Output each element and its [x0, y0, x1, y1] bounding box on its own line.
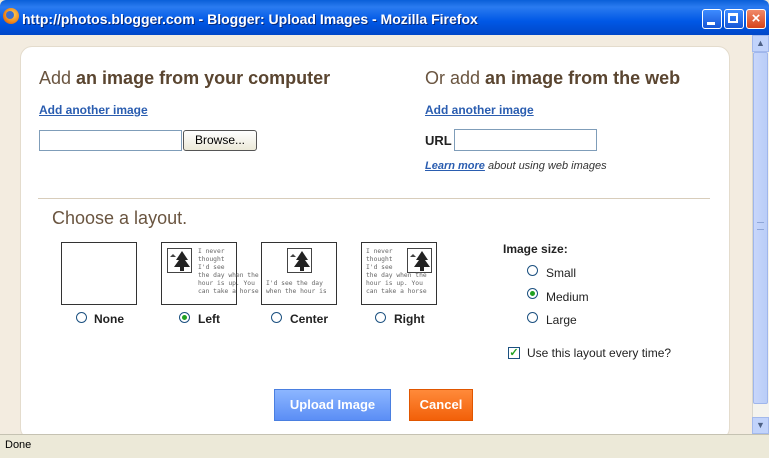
size-radio-medium[interactable] — [527, 288, 538, 299]
layout-thumb-right[interactable]: I never thought I'd see the day when the… — [361, 242, 437, 305]
section-divider — [38, 198, 710, 199]
learn-more-row: Learn more about using web images — [425, 160, 607, 172]
learn-more-suffix: about using web images — [487, 160, 607, 172]
remember-layout-label: Use this layout every time? — [527, 346, 672, 360]
browse-button[interactable]: Browse... — [183, 130, 257, 151]
layout-label-none: None — [94, 312, 124, 326]
scrollbar-grip-icon — [757, 222, 764, 230]
window-title: http://photos.blogger.com - Blogger: Upl… — [22, 11, 478, 27]
layout-radio-center[interactable] — [271, 312, 282, 323]
upload-image-button[interactable]: Upload Image — [274, 389, 391, 421]
status-bar — [0, 434, 769, 458]
right-sample-text: I never thought I'd see the day when the… — [366, 248, 427, 295]
size-radio-small[interactable] — [527, 265, 538, 276]
url-input[interactable] — [454, 129, 597, 151]
layout-heading: Choose a layout. — [52, 208, 188, 228]
firefox-icon — [3, 8, 19, 24]
layout-radio-left[interactable] — [179, 312, 190, 323]
remember-layout-checkbox[interactable]: ✓ — [508, 347, 520, 359]
status-text: Done — [5, 439, 32, 451]
scroll-down-arrow[interactable]: ▼ — [752, 417, 769, 434]
cancel-button[interactable]: Cancel — [409, 389, 473, 421]
size-label-large: Large — [546, 313, 577, 327]
size-radio-large[interactable] — [527, 312, 538, 323]
layout-thumb-none[interactable] — [61, 242, 137, 305]
add-another-image-link-local[interactable]: Add another image — [39, 103, 148, 117]
layout-radio-none[interactable] — [76, 312, 87, 323]
layout-label-right: Right — [394, 312, 425, 326]
web-upload-heading: Or add an image from the web — [425, 68, 681, 88]
url-label: URL — [425, 133, 452, 148]
size-label-medium: Medium — [546, 290, 589, 304]
center-sample-text: I'd see the day when the hour is — [266, 280, 327, 295]
tree-photo-icon — [167, 248, 192, 273]
layout-label-left: Left — [198, 312, 220, 326]
learn-more-link[interactable]: Learn more — [425, 160, 485, 172]
tree-photo-icon — [287, 248, 312, 273]
image-size-title: Image size: — [503, 242, 568, 256]
minimize-icon — [707, 22, 715, 25]
close-icon: × — [751, 10, 761, 27]
add-another-image-link-web[interactable]: Add another image — [425, 103, 534, 117]
minimize-button[interactable] — [702, 9, 722, 29]
maximize-button[interactable] — [724, 9, 744, 29]
layout-thumb-left[interactable]: I never thought I'd see the day when the… — [161, 242, 259, 305]
layout-label-center: Center — [290, 312, 329, 326]
maximize-icon — [728, 13, 738, 23]
size-label-small: Small — [546, 266, 577, 280]
layout-radio-right[interactable] — [375, 312, 386, 323]
computer-upload-heading: Add an image from your computer — [39, 68, 331, 88]
file-path-input[interactable] — [39, 130, 182, 151]
scroll-up-arrow[interactable]: ▲ — [752, 35, 769, 52]
close-button[interactable]: × — [746, 9, 766, 29]
layout-thumb-center[interactable]: I'd see the day when the hour is — [261, 242, 337, 305]
